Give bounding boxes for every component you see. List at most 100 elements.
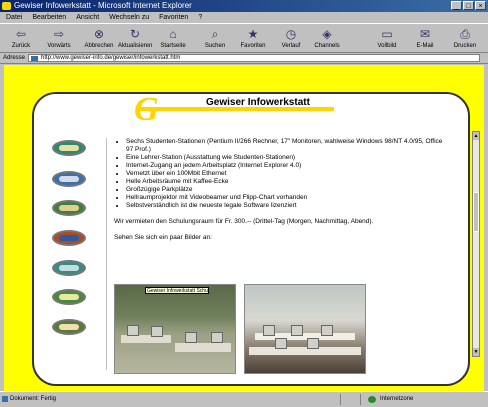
window-controls: _ □ × — [451, 1, 486, 10]
address-label: Adresse — [3, 55, 26, 61]
minimize-button[interactable]: _ — [451, 1, 462, 10]
monitor-shape — [127, 325, 139, 336]
g-logo-icon: G — [134, 92, 159, 128]
page-icon — [31, 56, 38, 61]
nav-icon-2[interactable] — [52, 171, 86, 187]
monitor-shape — [291, 325, 303, 336]
list-item: Großzügige Parkplätze — [126, 186, 446, 194]
window-title: Gewiser Infowerkstatt - Microsoft Intern… — [14, 1, 192, 10]
nav-icon-4[interactable] — [52, 230, 86, 246]
monitor-shape — [307, 338, 319, 349]
list-item: Hellraumprojektor mit Videobeamer und Fl… — [126, 194, 446, 202]
photo-tooltip: Gewiser Infowerkstatt Schulungsraum — [145, 287, 209, 294]
status-text: Dokument: Fertig — [10, 396, 57, 402]
rental-text: Wir vermieten den Schulungsraum für Fr. … — [114, 218, 374, 225]
page-header: G Gewiser Infowerkstatt — [34, 94, 468, 128]
mail-label: E-Mail — [416, 43, 434, 49]
mail-button[interactable]: ✉ E-Mail — [408, 26, 442, 52]
page-content: Sechs Studenten-Stationen (Pentium II/26… — [114, 138, 446, 242]
nav-icon-1[interactable] — [52, 140, 86, 156]
history-button[interactable]: ◷ Verlauf — [274, 26, 308, 52]
favorites-button[interactable]: ★ Favoriten — [236, 26, 270, 52]
monitor-shape — [211, 332, 223, 343]
list-item: Vernetzt über ein 100Mbit Ethernet — [126, 170, 446, 178]
desk-shape — [249, 347, 361, 355]
search-button[interactable]: ⌕ Suchen — [198, 26, 232, 52]
list-item: Internet-Zugang an jedem Arbeitsplatz (I… — [126, 162, 446, 170]
monitor-shape — [321, 325, 333, 336]
favorites-icon: ★ — [247, 27, 259, 41]
back-label: Zurück — [11, 43, 31, 49]
refresh-icon: ↻ — [129, 27, 141, 41]
list-item: Sechs Studenten-Stationen (Pentium II/26… — [126, 138, 446, 154]
menu-wechseln[interactable]: Wechseln zu — [109, 12, 149, 23]
stop-button[interactable]: ⊗ Abbrechen — [82, 26, 116, 52]
nav-icon-6[interactable] — [52, 289, 86, 305]
status-separator — [360, 394, 361, 405]
address-bar: Adresse http://www.gewiser-info.de/gewis… — [0, 53, 488, 64]
mail-icon: ✉ — [419, 27, 431, 41]
history-label: Verlauf — [281, 43, 301, 49]
nav-icon-3[interactable] — [52, 200, 86, 216]
nav-icon-7[interactable] — [52, 319, 86, 335]
vertical-scrollbar[interactable]: ▲ ▼ — [472, 131, 480, 357]
status-separator — [340, 394, 341, 405]
back-button[interactable]: ⇦ Zurück — [4, 26, 38, 52]
refresh-label: Aktualisieren — [118, 43, 153, 49]
maximize-button[interactable]: □ — [463, 1, 474, 10]
monitor-shape — [263, 325, 275, 336]
print-button[interactable]: ⎙ Drucken — [448, 26, 482, 52]
fullscreen-icon: ▭ — [381, 27, 393, 41]
nav-divider — [106, 138, 107, 370]
menu-ansicht[interactable]: Ansicht — [76, 12, 99, 23]
feature-list: Sechs Studenten-Stationen (Pentium II/26… — [114, 138, 446, 210]
scroll-down-arrow-icon[interactable]: ▼ — [473, 348, 479, 356]
internet-zone-icon — [368, 396, 376, 403]
home-button[interactable]: ⌂ Startseite — [156, 26, 190, 52]
content-panel: G Gewiser Infowerkstatt Sechs Studenten-… — [32, 92, 470, 386]
menu-datei[interactable]: Datei — [6, 12, 22, 23]
search-label: Suchen — [204, 43, 226, 49]
menu-bar: Datei Bearbeiten Ansicht Wechseln zu Fav… — [0, 12, 488, 23]
stop-label: Abbrechen — [84, 43, 114, 49]
nav-icon-5[interactable] — [52, 260, 86, 276]
page-viewport: G Gewiser Infowerkstatt Sechs Studenten-… — [4, 65, 484, 391]
menu-help[interactable]: ? — [198, 12, 202, 23]
window-titlebar: Gewiser Infowerkstatt - Microsoft Intern… — [0, 0, 488, 12]
refresh-button[interactable]: ↻ Aktualisieren — [118, 26, 152, 52]
monitor-shape — [185, 332, 197, 343]
home-label: Startseite — [160, 43, 186, 49]
address-value: http://www.gewiser-info.de/gewiser/infow… — [41, 55, 181, 61]
forward-label: Vorwärts — [47, 43, 71, 49]
fullscreen-button[interactable]: ▭ Vollbild — [370, 26, 404, 52]
channels-label: Channels — [314, 43, 340, 49]
channels-button[interactable]: ◈ Channels — [310, 26, 344, 52]
stop-icon: ⊗ — [93, 27, 105, 41]
forward-button[interactable]: ⇨ Vorwärts — [42, 26, 76, 52]
search-icon: ⌕ — [211, 27, 219, 41]
classroom-photo-1[interactable]: Gewiser Infowerkstatt Schulungsraum — [114, 284, 236, 374]
page-title: Gewiser Infowerkstatt — [206, 97, 310, 108]
photo-gallery: Gewiser Infowerkstatt Schulungsraum — [114, 284, 374, 376]
monitor-shape — [275, 338, 287, 349]
back-arrow-icon: ⇦ — [15, 27, 27, 41]
desk-shape — [121, 335, 171, 343]
scroll-thumb[interactable] — [473, 192, 479, 232]
monitor-shape — [151, 326, 163, 337]
address-input[interactable]: http://www.gewiser-info.de/gewiser/infow… — [28, 54, 480, 62]
menu-favoriten[interactable]: Favoriten — [159, 12, 188, 23]
list-item: Eine Lehrer-Station (Ausstattung wie Stu… — [126, 154, 446, 162]
favorites-label: Favoriten — [240, 43, 266, 49]
status-bar: Dokument: Fertig Internetzone — [0, 391, 488, 406]
print-icon: ⎙ — [460, 27, 470, 41]
history-icon: ◷ — [285, 27, 297, 41]
list-item: Selbstverständlich ist die neueste legal… — [126, 202, 446, 210]
forward-arrow-icon: ⇨ — [53, 27, 65, 41]
photos-intro: Sehen Sie sich ein paar Bilder an: — [114, 234, 212, 241]
scroll-up-arrow-icon[interactable]: ▲ — [473, 132, 479, 140]
close-button[interactable]: × — [475, 1, 486, 10]
list-item: Helle Arbeitsräume mit Kaffee-Ecke — [126, 178, 446, 186]
channels-icon: ◈ — [322, 27, 332, 41]
classroom-photo-2[interactable] — [244, 284, 366, 374]
menu-bearbeiten[interactable]: Bearbeiten — [32, 12, 66, 23]
